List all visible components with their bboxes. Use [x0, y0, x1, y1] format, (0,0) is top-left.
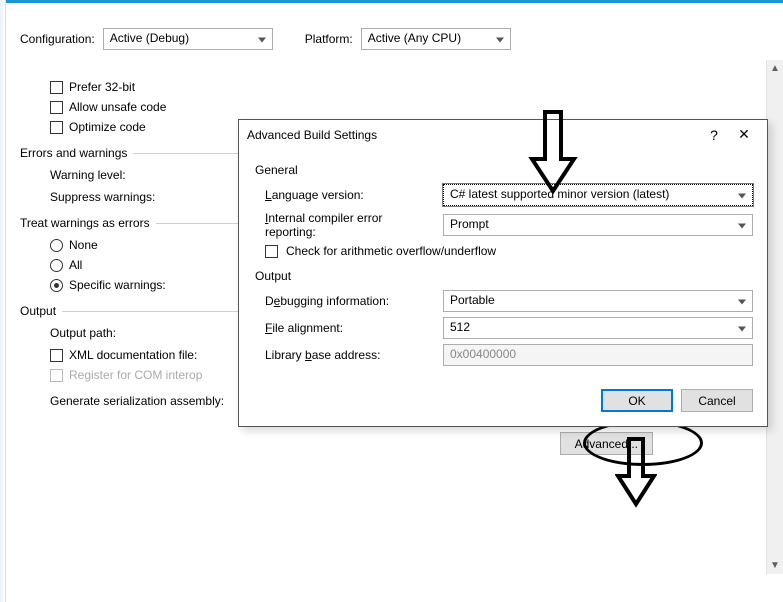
language-version-label: Language version: — [265, 188, 435, 202]
advanced-button[interactable]: Advanced... — [560, 432, 653, 455]
overflow-label: Check for arithmetic overflow/underflow — [286, 244, 496, 258]
prefer-32bit-label: Prefer 32-bit — [69, 80, 135, 94]
allow-unsafe-checkbox[interactable] — [50, 101, 63, 114]
cancel-button[interactable]: Cancel — [681, 389, 753, 412]
treat-specific-radio[interactable] — [50, 279, 63, 292]
dialog-title: Advanced Build Settings — [247, 128, 699, 142]
overflow-checkbox[interactable] — [265, 245, 278, 258]
platform-combo[interactable]: Active (Any CPU) — [361, 28, 511, 50]
configuration-label: Configuration: — [20, 32, 95, 46]
errors-header-label: Errors and warnings — [20, 146, 127, 160]
xml-doc-checkbox[interactable] — [50, 349, 63, 362]
platform-label: Platform: — [305, 32, 353, 46]
vertical-scrollbar[interactable]: ▲ ▼ — [766, 60, 783, 574]
output-header-label: Output — [20, 304, 56, 318]
treat-all-radio[interactable] — [50, 259, 63, 272]
file-alignment-label: File alignment: — [265, 321, 435, 335]
allow-unsafe-label: Allow unsafe code — [69, 100, 166, 114]
warning-level-label: Warning level: — [50, 168, 210, 182]
treat-all-label: All — [69, 258, 82, 272]
treat-none-label: None — [69, 238, 98, 252]
debug-info-combo[interactable]: Portable — [443, 290, 753, 312]
treat-specific-label: Specific warnings: — [69, 278, 166, 292]
help-icon[interactable]: ? — [699, 127, 729, 143]
close-icon[interactable]: ✕ — [729, 126, 759, 143]
library-base-label: Library base address: — [265, 348, 435, 362]
optimize-label: Optimize code — [69, 120, 146, 134]
debug-info-label: Debugging information: — [265, 294, 435, 308]
treat-header-label: Treat warnings as errors — [20, 216, 150, 230]
config-platform-row: Configuration: Active (Debug) Platform: … — [20, 28, 763, 50]
language-version-combo[interactable]: C# latest supported minor version (lates… — [443, 184, 753, 206]
dialog-output-header: Output — [253, 263, 753, 285]
dialog-general-header: General — [253, 157, 753, 179]
com-interop-label: Register for COM interop — [69, 368, 202, 382]
gen-serialization-label: Generate serialization assembly: — [50, 394, 240, 408]
library-base-input[interactable]: 0x00400000 — [443, 344, 753, 366]
xml-doc-label: XML documentation file: — [69, 348, 197, 362]
internal-error-label: Internal compiler error reporting: — [265, 211, 435, 239]
optimize-checkbox[interactable] — [50, 121, 63, 134]
output-path-label: Output path: — [50, 326, 210, 340]
ok-button[interactable]: OK — [601, 389, 673, 412]
scroll-up-icon[interactable]: ▲ — [767, 60, 783, 77]
prefer-32bit-checkbox[interactable] — [50, 81, 63, 94]
treat-none-radio[interactable] — [50, 239, 63, 252]
internal-error-combo[interactable]: Prompt — [443, 214, 753, 236]
suppress-warnings-label: Suppress warnings: — [50, 190, 210, 204]
com-interop-checkbox — [50, 369, 63, 382]
advanced-build-settings-dialog: Advanced Build Settings ? ✕ General Lang… — [238, 119, 768, 427]
file-alignment-combo[interactable]: 512 — [443, 317, 753, 339]
scroll-down-icon[interactable]: ▼ — [767, 557, 783, 574]
configuration-combo[interactable]: Active (Debug) — [103, 28, 273, 50]
